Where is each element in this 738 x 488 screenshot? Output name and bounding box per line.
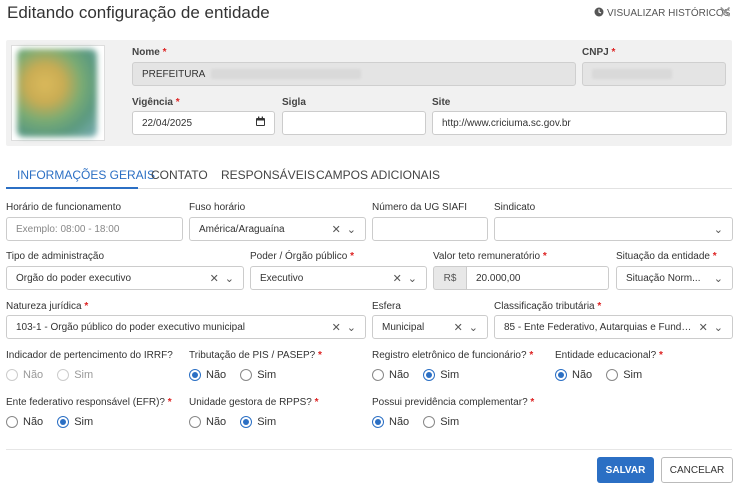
active-tab-indicator bbox=[6, 187, 138, 189]
previdencia-nao-radio[interactable] bbox=[372, 416, 384, 428]
poder-label: Poder / Órgão público * bbox=[250, 251, 354, 262]
sigla-input[interactable] bbox=[282, 111, 426, 135]
nome-field[interactable]: PREFEITURA bbox=[132, 62, 576, 86]
chevron-down-icon[interactable]: ⌄ bbox=[408, 272, 417, 285]
ug-label: Número da UG SIAFI bbox=[372, 202, 468, 213]
chevron-down-icon[interactable]: ⌄ bbox=[714, 272, 723, 285]
natureza-select[interactable]: 103-1 - Órgão público do poder executivo… bbox=[6, 315, 366, 339]
classificacao-label: Classificação tributária * bbox=[494, 301, 602, 312]
sigla-label: Sigla bbox=[282, 97, 306, 108]
sindicato-label: Sindicato bbox=[494, 202, 536, 213]
clear-icon[interactable]: ✕ bbox=[332, 223, 341, 236]
irrf-sim-radio[interactable] bbox=[57, 369, 70, 381]
cnpj-label: CNPJ * bbox=[582, 47, 616, 58]
tipo-select[interactable]: Órgão do poder executivo ✕ ⌄ bbox=[6, 266, 244, 290]
dialog-title: Editando configuração de entidade bbox=[7, 3, 270, 22]
rpps-sim-radio[interactable] bbox=[240, 416, 253, 428]
pis-label: Tributação de PIS / PASEP? * bbox=[189, 350, 322, 361]
efr-label: Ente federativo responsável (EFR)? * bbox=[6, 397, 172, 408]
efr-nao-radio[interactable] bbox=[6, 416, 18, 428]
close-icon[interactable]: ✕ bbox=[718, 3, 732, 23]
poder-select[interactable]: Executivo ✕ ⌄ bbox=[250, 266, 427, 290]
tab-campos-adicionais[interactable]: CAMPOS ADICIONAIS bbox=[316, 168, 440, 182]
situacao-select[interactable]: Situação Norm... ⌄ bbox=[616, 266, 733, 290]
registro-sim-radio[interactable] bbox=[423, 369, 436, 381]
fuso-label: Fuso horário bbox=[189, 202, 246, 213]
vigencia-label: Vigência * bbox=[132, 97, 180, 108]
tab-responsaveis[interactable]: RESPONSÁVEIS bbox=[221, 168, 315, 182]
clear-icon[interactable]: ✕ bbox=[210, 272, 219, 285]
pis-sim-radio[interactable] bbox=[240, 369, 253, 381]
previdencia-radio-group: Não Sim bbox=[372, 416, 459, 428]
chevron-down-icon[interactable]: ⌄ bbox=[714, 223, 723, 236]
irrf-nao-radio[interactable] bbox=[6, 369, 18, 381]
nome-label: Nome * bbox=[132, 47, 167, 58]
irrf-radio-group: Não Sim bbox=[6, 369, 93, 381]
rpps-radio-group: Não Sim bbox=[189, 416, 276, 428]
fuso-select[interactable]: América/Araguaína ✕ ⌄ bbox=[189, 217, 366, 241]
history-clock-icon bbox=[594, 7, 604, 20]
tipo-label: Tipo de administração bbox=[6, 251, 105, 262]
clear-icon[interactable]: ✕ bbox=[699, 321, 708, 334]
natureza-label: Natureza jurídica * bbox=[6, 301, 89, 312]
classificacao-select[interactable]: 85 - Ente Federativo, Autarquias e Funda… bbox=[494, 315, 733, 339]
irrf-label: Indicador de pertencimento do IRRF? bbox=[6, 350, 173, 361]
efr-sim-radio[interactable] bbox=[57, 416, 70, 428]
cnpj-field[interactable] bbox=[582, 62, 726, 86]
esfera-label: Esfera bbox=[372, 301, 401, 312]
pis-nao-radio[interactable] bbox=[189, 369, 201, 381]
esfera-select[interactable]: Municipal ✕ ⌄ bbox=[372, 315, 488, 339]
history-label: VISUALIZAR HISTÓRICOS bbox=[607, 8, 731, 19]
tab-contato[interactable]: CONTATO bbox=[151, 168, 208, 182]
tab-informacoes-gerais[interactable]: INFORMAÇÕES GERAIS bbox=[17, 168, 155, 182]
horario-input[interactable]: Exemplo: 08:00 - 18:00 bbox=[6, 217, 183, 241]
situacao-label: Situação da entidade * bbox=[616, 251, 717, 262]
clear-icon[interactable]: ✕ bbox=[393, 272, 402, 285]
registro-label: Registro eletrônico de funcionário? * bbox=[372, 350, 534, 361]
efr-radio-group: Não Sim bbox=[6, 416, 93, 428]
educacional-sim-radio[interactable] bbox=[606, 369, 619, 381]
educacional-label: Entidade educacional? * bbox=[555, 350, 663, 361]
chevron-down-icon[interactable]: ⌄ bbox=[347, 321, 356, 334]
chevron-down-icon[interactable]: ⌄ bbox=[347, 223, 356, 236]
history-link[interactable]: VISUALIZAR HISTÓRICOS bbox=[594, 7, 730, 20]
clear-icon[interactable]: ✕ bbox=[332, 321, 341, 334]
site-label: Site bbox=[432, 97, 451, 108]
clear-icon[interactable]: ✕ bbox=[454, 321, 463, 334]
teto-label: Valor teto remuneratório * bbox=[433, 251, 547, 262]
teto-input[interactable]: 20.000,00 bbox=[466, 266, 609, 290]
rpps-nao-radio[interactable] bbox=[189, 416, 201, 428]
ug-input[interactable] bbox=[372, 217, 488, 241]
entity-logo[interactable] bbox=[11, 45, 105, 141]
horario-label: Horário de funcionamento bbox=[6, 202, 122, 213]
chevron-down-icon[interactable]: ⌄ bbox=[469, 321, 478, 334]
calendar-button[interactable] bbox=[247, 111, 275, 135]
sindicato-select[interactable]: ⌄ bbox=[494, 217, 733, 241]
pis-radio-group: Não Sim bbox=[189, 369, 276, 381]
rpps-label: Unidade gestora de RPPS? * bbox=[189, 397, 319, 408]
registro-radio-group: Não Sim bbox=[372, 369, 459, 381]
educacional-nao-radio[interactable] bbox=[555, 369, 567, 381]
cancel-button[interactable]: CANCELAR bbox=[661, 457, 733, 483]
calendar-icon bbox=[255, 116, 266, 130]
educacional-radio-group: Não Sim bbox=[555, 369, 642, 381]
footer-divider bbox=[6, 449, 732, 450]
chevron-down-icon[interactable]: ⌄ bbox=[714, 321, 723, 334]
vigencia-input[interactable]: 22/04/2025 bbox=[132, 111, 248, 135]
save-button[interactable]: SALVAR bbox=[597, 457, 654, 483]
currency-prefix: R$ bbox=[433, 266, 466, 290]
previdencia-label: Possui previdência complementar? * bbox=[372, 397, 535, 408]
registro-nao-radio[interactable] bbox=[372, 369, 384, 381]
site-input[interactable]: http://www.criciuma.sc.gov.br bbox=[432, 111, 727, 135]
chevron-down-icon[interactable]: ⌄ bbox=[225, 272, 234, 285]
previdencia-sim-radio[interactable] bbox=[423, 416, 436, 428]
